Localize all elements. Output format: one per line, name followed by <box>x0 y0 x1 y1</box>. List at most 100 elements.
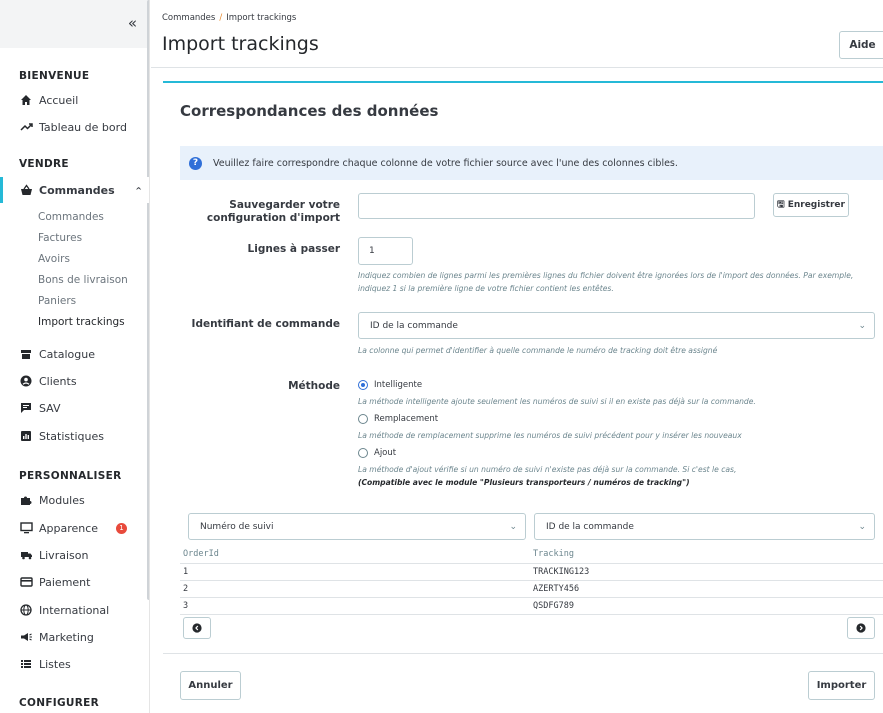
store-icon <box>19 347 33 361</box>
cancel-button[interactable]: Annuler <box>180 671 241 700</box>
breadcrumb-link-commandes[interactable]: Commandes <box>162 13 215 23</box>
column-mapping-select-2[interactable]: ID de la commande ⌄ <box>534 513 875 540</box>
subnav-commandes[interactable]: Commandes <box>38 211 104 223</box>
nav-accueil-label: Accueil <box>39 93 79 107</box>
collapse-sidebar-icon[interactable]: « <box>128 14 137 32</box>
card-title: Correspondances des données <box>180 102 439 120</box>
nav-clients[interactable]: Clients <box>0 368 149 394</box>
globe-icon <box>19 603 33 617</box>
method-label: Méthode <box>288 380 340 392</box>
column-mapping-1-value: Numéro de suivi <box>200 521 274 532</box>
table-cell: 2 <box>180 580 530 598</box>
radio-unchecked-icon <box>358 414 368 424</box>
nav-sav[interactable]: SAV <box>0 395 149 421</box>
save-config-button-label: Enregistrer <box>787 200 845 210</box>
skip-lines-label: Lignes à passer <box>247 243 340 255</box>
nav-tableau-de-bord[interactable]: Tableau de bord <box>0 114 149 140</box>
truck-icon <box>19 548 33 562</box>
puzzle-icon <box>19 493 33 507</box>
ajout-compat-note: (Compatible avec le module "Plusieurs tr… <box>358 478 690 487</box>
preview-table: OrderId Tracking 1 TRACKING123 2 AZERTY4… <box>180 546 883 653</box>
subnav-avoirs[interactable]: Avoirs <box>38 253 70 265</box>
page-title: Import trackings <box>162 33 319 55</box>
radio-intelligente[interactable]: Intelligente <box>358 380 422 390</box>
intelligente-help: La méthode intelligente ajoute seulement… <box>358 397 756 406</box>
nav-statistiques[interactable]: Statistiques <box>0 423 149 449</box>
nav-catalogue-label: Catalogue <box>39 347 95 361</box>
nav-modules[interactable]: Modules <box>0 487 149 513</box>
table-cell: QSDFG789 <box>530 597 883 615</box>
nav-catalogue[interactable]: Catalogue <box>0 341 149 367</box>
table-header-tracking: Tracking <box>530 546 883 564</box>
subnav-import-trackings[interactable]: Import trackings <box>38 316 125 328</box>
radio-ajout-label: Ajout <box>374 448 397 458</box>
table-cell: 3 <box>180 597 530 615</box>
nav-marketing[interactable]: Marketing <box>0 624 149 650</box>
save-config-button[interactable]: 🖫 Enregistrer <box>773 193 849 217</box>
account-icon <box>19 374 33 388</box>
table-header-orderid: OrderId <box>180 546 530 564</box>
table-header-row: OrderId Tracking <box>180 546 883 564</box>
notification-badge: 1 <box>116 522 127 534</box>
table-cell: TRACKING123 <box>530 563 883 581</box>
breadcrumb: Commandes / Import trackings <box>162 13 296 23</box>
nav-commandes-label: Commandes <box>39 183 115 197</box>
skip-lines-input[interactable]: 1 <box>358 237 413 265</box>
section-personnaliser: PERSONNALISER <box>19 470 122 482</box>
card-footer: Annuler Importer <box>163 653 883 713</box>
order-id-select[interactable]: ID de la commande ⌄ <box>358 312 875 339</box>
prev-column-button[interactable] <box>183 617 211 639</box>
breadcrumb-current: Import trackings <box>226 13 297 23</box>
page-header: Commandes / Import trackings Import tracki… <box>151 0 883 68</box>
radio-intelligente-label: Intelligente <box>374 380 423 390</box>
nav-international-label: International <box>39 603 110 617</box>
chevron-down-icon: ⌄ <box>858 320 866 331</box>
nav-commandes[interactable]: Commandes ^ <box>0 177 149 203</box>
chevron-right-icon <box>856 623 866 633</box>
desktop-icon <box>19 521 33 535</box>
subnav-paniers[interactable]: Paniers <box>38 295 76 307</box>
radio-remplacement-label: Remplacement <box>374 414 439 424</box>
nav-international[interactable]: International <box>0 597 149 623</box>
home-icon <box>19 93 33 107</box>
table-cell: AZERTY456 <box>530 580 883 598</box>
radio-unchecked-icon <box>358 448 368 458</box>
nav-clients-label: Clients <box>39 374 77 388</box>
chevron-down-icon: ⌄ <box>509 521 517 532</box>
help-button[interactable]: Aide <box>839 31 883 59</box>
order-id-select-value: ID de la commande <box>370 320 458 331</box>
column-mapping-select-1[interactable]: Numéro de suivi ⌄ <box>188 513 526 540</box>
table-row: 2 AZERTY456 <box>180 580 883 598</box>
nav-modules-label: Modules <box>39 493 85 507</box>
remplacement-help: La méthode de remplacement supprime les … <box>358 431 742 440</box>
mapping-card: Correspondances des données ? Veuillez f… <box>163 81 883 711</box>
nav-apparence[interactable]: Apparence 1 <box>0 515 149 541</box>
nav-listes[interactable]: Listes <box>0 651 149 677</box>
subnav-bons-livraison[interactable]: Bons de livraison <box>38 274 128 286</box>
main-content: Commandes / Import trackings Import tracki… <box>151 0 883 713</box>
nav-apparence-label: Apparence <box>39 521 99 535</box>
nav-livraison[interactable]: Livraison <box>0 542 149 568</box>
nav-livraison-label: Livraison <box>39 548 89 562</box>
nav-statistiques-label: Statistiques <box>39 429 104 443</box>
table-row: 3 QSDFG789 <box>180 597 883 615</box>
table-row: 1 TRACKING123 <box>180 563 883 581</box>
subnav-factures[interactable]: Factures <box>38 232 82 244</box>
radio-ajout[interactable]: Ajout <box>358 448 396 458</box>
order-id-label: Identifiant de commande <box>191 318 340 330</box>
next-column-button[interactable] <box>847 617 875 639</box>
order-id-help: La colonne qui permet d'identifier à que… <box>358 346 718 355</box>
section-bienvenue: BIENVENUE <box>19 70 90 82</box>
chat-icon <box>19 401 33 415</box>
card-icon <box>19 575 33 589</box>
question-icon: ? <box>189 156 202 170</box>
radio-remplacement[interactable]: Remplacement <box>358 414 438 424</box>
basket-icon <box>19 183 33 197</box>
import-button[interactable]: Importer <box>808 671 875 700</box>
nav-marketing-label: Marketing <box>39 630 94 644</box>
chevron-left-icon <box>192 623 202 633</box>
nav-paiement[interactable]: Paiement <box>0 569 149 595</box>
nav-listes-label: Listes <box>39 657 71 671</box>
nav-accueil[interactable]: Accueil <box>0 87 149 113</box>
save-config-input[interactable] <box>358 193 755 219</box>
